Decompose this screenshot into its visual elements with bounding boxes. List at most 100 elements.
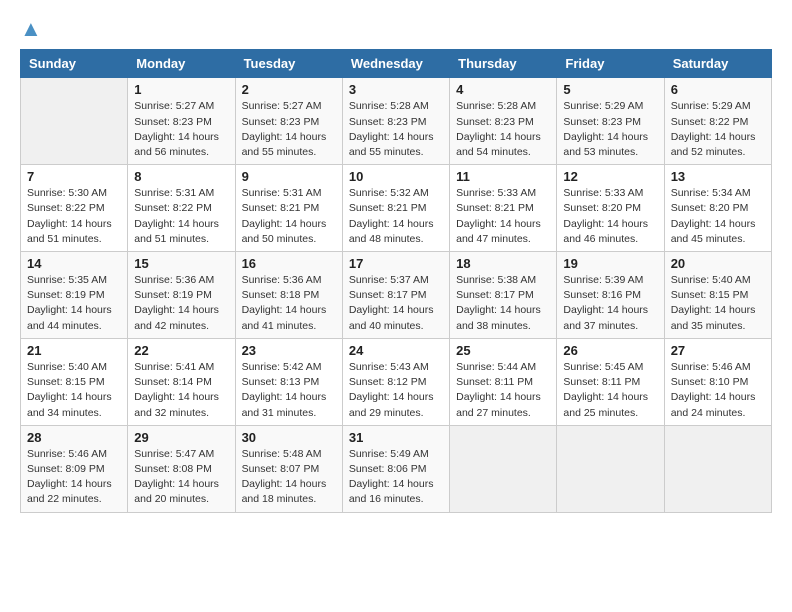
col-header-saturday: Saturday xyxy=(664,50,771,78)
day-number: 3 xyxy=(349,82,443,97)
day-info: Sunrise: 5:29 AMSunset: 8:22 PMDaylight:… xyxy=(671,99,765,160)
header: ▲ xyxy=(20,16,772,41)
day-info: Sunrise: 5:32 AMSunset: 8:21 PMDaylight:… xyxy=(349,186,443,247)
day-number: 16 xyxy=(242,256,336,271)
calendar-week-row: 1 Sunrise: 5:27 AMSunset: 8:23 PMDaylight… xyxy=(21,78,772,165)
day-number: 15 xyxy=(134,256,228,271)
calendar-cell: 26Sunrise: 5:45 AMSunset: 8:11 PMDayligh… xyxy=(557,338,664,425)
day-info: Sunrise: 5:48 AMSunset: 8:07 PMDaylight:… xyxy=(242,447,336,508)
day-info: Sunrise: 5:46 AMSunset: 8:09 PMDaylight:… xyxy=(27,447,121,508)
day-number: 10 xyxy=(349,169,443,184)
calendar-cell: 15 Sunrise: 5:36 AMSunset: 8:19 PMDayligh… xyxy=(128,252,235,339)
day-info: Sunrise: 5:31 AMSunset: 8:22 PMDaylight:… xyxy=(134,186,228,247)
logo-bird-icon: ▲ xyxy=(20,16,42,41)
day-number: 6 xyxy=(671,82,765,97)
day-number: 24 xyxy=(349,343,443,358)
day-info: Sunrise: 5:28 AMSunset: 8:23 PMDaylight:… xyxy=(456,99,550,160)
day-info: Sunrise: 5:34 AMSunset: 8:20 PMDaylight:… xyxy=(671,186,765,247)
calendar-cell: 6 Sunrise: 5:29 AMSunset: 8:22 PMDaylight… xyxy=(664,78,771,165)
calendar-cell: 22 Sunrise: 5:41 AMSunset: 8:14 PMDayligh… xyxy=(128,338,235,425)
day-info: Sunrise: 5:36 AMSunset: 8:18 PMDaylight:… xyxy=(242,273,336,334)
calendar-cell: 16 Sunrise: 5:36 AMSunset: 8:18 PMDayligh… xyxy=(235,252,342,339)
col-header-monday: Monday xyxy=(128,50,235,78)
day-info: Sunrise: 5:42 AMSunset: 8:13 PMDaylight:… xyxy=(242,360,336,421)
day-info: Sunrise: 5:36 AMSunset: 8:19 PMDaylight:… xyxy=(134,273,228,334)
day-info: Sunrise: 5:43 AMSunset: 8:12 PMDaylight:… xyxy=(349,360,443,421)
day-number: 30 xyxy=(242,430,336,445)
calendar-cell: 25 Sunrise: 5:44 AMSunset: 8:11 PMDayligh… xyxy=(450,338,557,425)
day-number: 1 xyxy=(134,82,228,97)
day-number: 20 xyxy=(671,256,765,271)
day-number: 19 xyxy=(563,256,657,271)
day-info: Sunrise: 5:49 AMSunset: 8:06 PMDaylight:… xyxy=(349,447,443,508)
col-header-friday: Friday xyxy=(557,50,664,78)
calendar-cell: 30 Sunrise: 5:48 AMSunset: 8:07 PMDayligh… xyxy=(235,425,342,512)
day-number: 7 xyxy=(27,169,121,184)
day-info: Sunrise: 5:40 AMSunset: 8:15 PMDaylight:… xyxy=(671,273,765,334)
calendar-cell: 29 Sunrise: 5:47 AMSunset: 8:08 PMDayligh… xyxy=(128,425,235,512)
calendar-cell: 11 Sunrise: 5:33 AMSunset: 8:21 PMDayligh… xyxy=(450,165,557,252)
calendar-cell: 27 Sunrise: 5:46 AMSunset: 8:10 PMDayligh… xyxy=(664,338,771,425)
day-info: Sunrise: 5:44 AMSunset: 8:11 PMDaylight:… xyxy=(456,360,550,421)
day-number: 22 xyxy=(134,343,228,358)
calendar-cell: 24 Sunrise: 5:43 AMSunset: 8:12 PMDayligh… xyxy=(342,338,449,425)
day-number: 23 xyxy=(242,343,336,358)
calendar-cell: 12Sunrise: 5:33 AMSunset: 8:20 PMDayligh… xyxy=(557,165,664,252)
day-number: 14 xyxy=(27,256,121,271)
calendar-cell: 17 Sunrise: 5:37 AMSunset: 8:17 PMDayligh… xyxy=(342,252,449,339)
day-info: Sunrise: 5:41 AMSunset: 8:14 PMDaylight:… xyxy=(134,360,228,421)
page: ▲ SundayMondayTuesdayWednesdayThursdayFr… xyxy=(0,0,792,533)
day-info: Sunrise: 5:46 AMSunset: 8:10 PMDaylight:… xyxy=(671,360,765,421)
calendar-cell: 9Sunrise: 5:31 AMSunset: 8:21 PMDaylight… xyxy=(235,165,342,252)
calendar-cell xyxy=(557,425,664,512)
calendar-header-row: SundayMondayTuesdayWednesdayThursdayFrid… xyxy=(21,50,772,78)
day-info: Sunrise: 5:35 AMSunset: 8:19 PMDaylight:… xyxy=(27,273,121,334)
day-number: 27 xyxy=(671,343,765,358)
day-info: Sunrise: 5:30 AMSunset: 8:22 PMDaylight:… xyxy=(27,186,121,247)
calendar-cell: 28 Sunrise: 5:46 AMSunset: 8:09 PMDayligh… xyxy=(21,425,128,512)
calendar-table: SundayMondayTuesdayWednesdayThursdayFrid… xyxy=(20,49,772,512)
day-number: 17 xyxy=(349,256,443,271)
day-number: 9 xyxy=(242,169,336,184)
calendar-cell: 3 Sunrise: 5:28 AMSunset: 8:23 PMDaylight… xyxy=(342,78,449,165)
day-number: 28 xyxy=(27,430,121,445)
calendar-cell xyxy=(450,425,557,512)
calendar-cell: 1Sunrise: 5:27 AMSunset: 8:23 PMDaylight… xyxy=(128,78,235,165)
calendar-cell xyxy=(664,425,771,512)
day-number: 4 xyxy=(456,82,550,97)
calendar-week-row: 14 Sunrise: 5:35 AMSunset: 8:19 PMDayligh… xyxy=(21,252,772,339)
calendar-cell: 8 Sunrise: 5:31 AMSunset: 8:22 PMDaylight… xyxy=(128,165,235,252)
calendar-week-row: 28 Sunrise: 5:46 AMSunset: 8:09 PMDayligh… xyxy=(21,425,772,512)
calendar-cell: 21Sunrise: 5:40 AMSunset: 8:15 PMDayligh… xyxy=(21,338,128,425)
calendar-cell: 4 Sunrise: 5:28 AMSunset: 8:23 PMDaylight… xyxy=(450,78,557,165)
day-number: 18 xyxy=(456,256,550,271)
day-info: Sunrise: 5:33 AMSunset: 8:21 PMDaylight:… xyxy=(456,186,550,247)
calendar-body: 1 Sunrise: 5:27 AMSunset: 8:23 PMDaylight… xyxy=(21,78,772,512)
day-number: 25 xyxy=(456,343,550,358)
calendar-cell: 23 Sunrise: 5:42 AMSunset: 8:13 PMDayligh… xyxy=(235,338,342,425)
calendar-cell: 2 Sunrise: 5:27 AMSunset: 8:23 PMDaylight… xyxy=(235,78,342,165)
day-number: 5 xyxy=(563,82,657,97)
day-number: 11 xyxy=(456,169,550,184)
calendar-cell: 19Sunrise: 5:39 AMSunset: 8:16 PMDayligh… xyxy=(557,252,664,339)
calendar-cell: 18 Sunrise: 5:38 AMSunset: 8:17 PMDayligh… xyxy=(450,252,557,339)
calendar-cell: 7 Sunrise: 5:30 AMSunset: 8:22 PMDaylight… xyxy=(21,165,128,252)
col-header-sunday: Sunday xyxy=(21,50,128,78)
calendar-cell: 5 Sunrise: 5:29 AMSunset: 8:23 PMDaylight… xyxy=(557,78,664,165)
day-number: 2 xyxy=(242,82,336,97)
calendar-week-row: 21Sunrise: 5:40 AMSunset: 8:15 PMDayligh… xyxy=(21,338,772,425)
day-info: Sunrise: 5:40 AMSunset: 8:15 PMDaylight:… xyxy=(27,360,121,421)
col-header-wednesday: Wednesday xyxy=(342,50,449,78)
calendar-cell: 14 Sunrise: 5:35 AMSunset: 8:19 PMDayligh… xyxy=(21,252,128,339)
calendar-cell: 13Sunrise: 5:34 AMSunset: 8:20 PMDayligh… xyxy=(664,165,771,252)
day-number: 29 xyxy=(134,430,228,445)
day-info: Sunrise: 5:47 AMSunset: 8:08 PMDaylight:… xyxy=(134,447,228,508)
day-info: Sunrise: 5:28 AMSunset: 8:23 PMDaylight:… xyxy=(349,99,443,160)
day-number: 8 xyxy=(134,169,228,184)
calendar-cell: 31Sunrise: 5:49 AMSunset: 8:06 PMDayligh… xyxy=(342,425,449,512)
day-info: Sunrise: 5:38 AMSunset: 8:17 PMDaylight:… xyxy=(456,273,550,334)
day-info: Sunrise: 5:37 AMSunset: 8:17 PMDaylight:… xyxy=(349,273,443,334)
day-info: Sunrise: 5:27 AMSunset: 8:23 PMDaylight:… xyxy=(242,99,336,160)
day-info: Sunrise: 5:29 AMSunset: 8:23 PMDaylight:… xyxy=(563,99,657,160)
day-number: 12 xyxy=(563,169,657,184)
